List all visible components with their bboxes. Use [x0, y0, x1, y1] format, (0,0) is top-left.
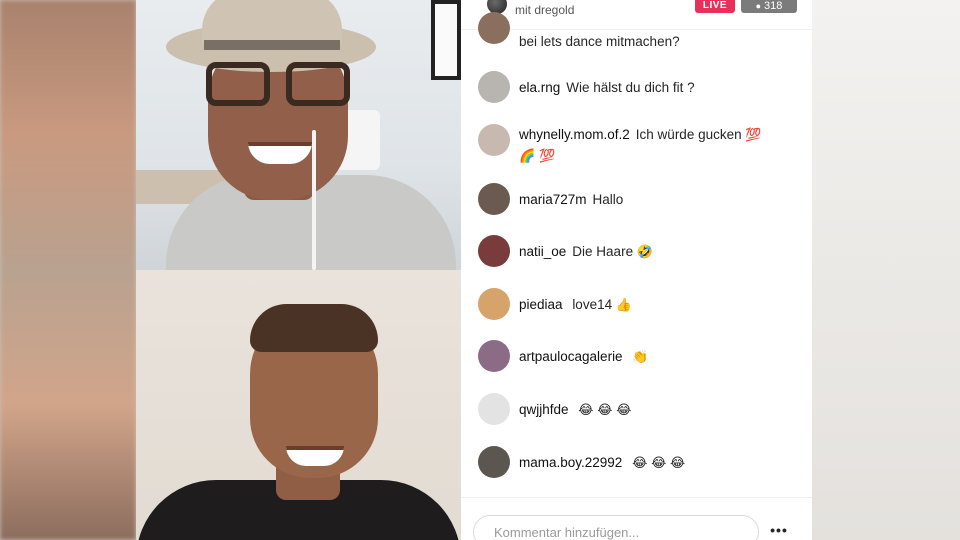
comment-text: natii_oe Die Haare 🤣	[519, 242, 804, 263]
comment-input[interactable]	[473, 515, 759, 540]
comment-message: Ich würde gucken	[635, 127, 742, 142]
comment-message: bei lets dance mitmachen?	[519, 34, 680, 49]
avatar[interactable]	[478, 12, 510, 44]
laughing-tears-emoji: 😂	[616, 403, 632, 418]
hundred-points-emoji: 💯	[745, 128, 762, 143]
blurred-background-right	[812, 0, 960, 540]
avatar[interactable]	[478, 124, 510, 156]
avatar[interactable]	[478, 235, 510, 267]
comment-message: Wie hälst du dich fit ?	[566, 80, 695, 95]
avatar[interactable]	[478, 393, 510, 425]
comment-text: whynelly.mom.of.2 Ich würde gucken 💯 🌈 💯	[519, 125, 804, 167]
live-badge: LIVE	[695, 0, 735, 13]
avatar[interactable]	[478, 340, 510, 372]
comment-text: piediaa love14 👍	[519, 295, 804, 316]
comment-username[interactable]: piediaa	[519, 297, 563, 312]
comment-footer: •••	[461, 497, 812, 540]
laughing-tears-emoji: 😂	[597, 403, 613, 418]
comment-message: love14	[572, 297, 613, 312]
comment-username[interactable]: qwjjhfde	[519, 402, 569, 417]
live-chat-panel: mit dregold LIVE ● 318 bei lets dance mit…	[461, 0, 812, 540]
guest-hair	[250, 304, 378, 352]
glasses-lens-right	[286, 62, 350, 106]
hat-band	[204, 40, 340, 50]
more-options-button[interactable]: •••	[767, 522, 791, 538]
avatar[interactable]	[478, 446, 510, 478]
earphone-cable	[312, 130, 316, 270]
laughing-tears-emoji: 😂	[632, 456, 648, 471]
comment-text: qwjjhfde 😂 😂 😂	[519, 400, 804, 421]
video-feed-guest	[136, 270, 461, 540]
comment-message: Die Haare	[572, 244, 634, 259]
rolling-laughing-emoji: 🤣	[636, 245, 654, 260]
glasses	[206, 62, 351, 106]
comment-text: artpaulocagalerie 👏	[519, 347, 804, 368]
hundred-points-emoji: 💯	[538, 149, 556, 164]
comment-text: maria727m Hallo	[519, 190, 804, 210]
comment-text: mama.boy.22992 😂 😂 😂	[519, 453, 804, 474]
viewer-count: 318	[764, 0, 783, 12]
laughing-tears-emoji: 😂	[578, 403, 594, 418]
clapping-hands-emoji: 👏	[632, 350, 649, 365]
comment-username[interactable]: whynelly.mom.of.2	[519, 127, 630, 142]
co-host-label[interactable]: mit dregold	[515, 3, 574, 17]
background-picture-frame	[431, 0, 461, 80]
comment-username[interactable]: natii_oe	[519, 244, 566, 259]
comment-username[interactable]: ela.rng	[519, 80, 560, 95]
comment-username[interactable]: maria727m	[519, 192, 587, 207]
laughing-tears-emoji: 😂	[670, 456, 686, 471]
comment-text: bei lets dance mitmachen?	[519, 32, 804, 52]
thumbs-up-emoji: 👍	[615, 298, 633, 313]
avatar[interactable]	[478, 288, 510, 320]
rainbow-emoji: 🌈	[519, 149, 536, 164]
comment-message: Hallo	[592, 192, 624, 207]
video-feed-host	[136, 0, 461, 270]
viewer-count-badge: ● 318	[741, 0, 797, 13]
blurred-background-left	[0, 0, 136, 540]
laughing-tears-emoji: 😂	[651, 456, 667, 471]
eye-icon: ●	[755, 1, 762, 11]
avatar[interactable]	[478, 71, 510, 103]
comment-username[interactable]: artpaulocagalerie	[519, 349, 623, 364]
comment-username[interactable]: mama.boy.22992	[519, 455, 622, 470]
avatar[interactable]	[478, 183, 510, 215]
comment-text: ela.rng Wie hälst du dich fit ?	[519, 78, 804, 98]
glasses-lens-left	[206, 62, 270, 106]
chat-header: mit dregold LIVE ● 318	[461, 0, 812, 30]
